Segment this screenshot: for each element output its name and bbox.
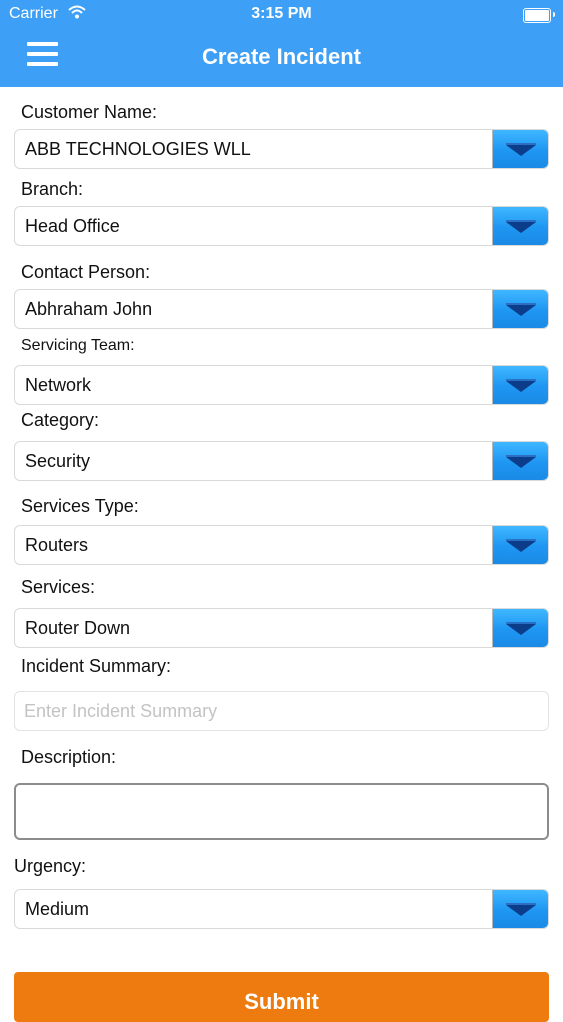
urgency-label: Urgency: [14,856,87,876]
services-type-value: Routers [25,535,89,555]
services-value: Router Down [25,618,131,638]
servicing-team-label: Servicing Team: [21,337,135,354]
services-type-label: Services Type: [21,496,139,516]
dropdown-arrow-icon[interactable] [492,609,548,647]
battery-icon [523,8,555,23]
contact-person-label: Contact Person: [21,262,151,282]
submit-button[interactable]: Submit [14,972,549,1022]
customer-name-dropdown[interactable]: ABB TECHNOLOGIES WLL [14,129,549,169]
dropdown-arrow-icon[interactable] [492,290,548,328]
category-label: Category: [21,410,100,430]
services-type-dropdown[interactable]: Routers [14,525,549,565]
urgency-value: Medium [25,899,90,919]
services-dropdown[interactable]: Router Down [14,608,549,648]
contact-person-dropdown[interactable]: Abhraham John [14,289,549,329]
customer-name-label: Customer Name: [21,102,158,122]
branch-label: Branch: [21,179,84,199]
servicing-team-value: Network [25,375,92,395]
contact-person-value: Abhraham John [25,299,153,319]
dropdown-arrow-icon[interactable] [492,366,548,404]
status-bar: Carrier 3:15 PM [0,0,563,30]
dropdown-arrow-icon[interactable] [492,526,548,564]
navigation-bar: Create Incident [0,30,563,87]
description-textarea[interactable] [14,783,549,840]
dropdown-arrow-icon[interactable] [492,207,548,245]
status-time: 3:15 PM [251,5,312,22]
branch-value: Head Office [25,216,120,236]
dropdown-arrow-icon[interactable] [492,890,548,928]
customer-name-value: ABB TECHNOLOGIES WLL [25,139,251,159]
category-dropdown[interactable]: Security [14,441,549,481]
services-label: Services: [21,577,96,597]
incident-summary-input[interactable] [14,691,549,731]
branch-dropdown[interactable]: Head Office [14,206,549,246]
description-label: Description: [21,747,117,767]
urgency-dropdown[interactable]: Medium [14,889,549,929]
dropdown-arrow-icon[interactable] [492,130,548,168]
category-value: Security [25,451,91,471]
servicing-team-dropdown[interactable]: Network [14,365,549,405]
page-title: Create Incident [202,44,361,69]
dropdown-arrow-icon[interactable] [492,442,548,480]
incident-summary-label: Incident Summary: [21,656,172,676]
